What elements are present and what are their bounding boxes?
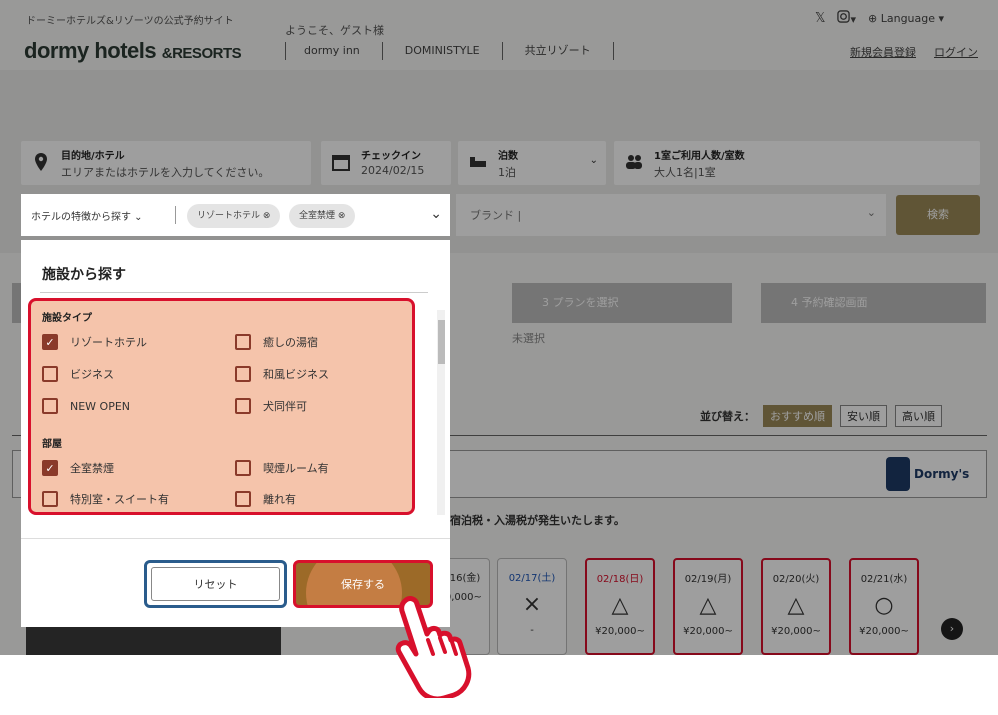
dialog-divider bbox=[40, 292, 428, 293]
close-icon[interactable]: ⊗ bbox=[338, 211, 346, 221]
checkbox-non-smoking[interactable]: ✓ 全室禁煙 bbox=[42, 460, 114, 476]
checkbox-box bbox=[235, 491, 251, 507]
scrollbar-thumb[interactable] bbox=[438, 320, 445, 364]
checkbox-new-open[interactable]: NEW OPEN bbox=[42, 398, 130, 414]
checkbox-box bbox=[42, 398, 58, 414]
check-icon: ✓ bbox=[42, 334, 58, 350]
chevron-down-icon[interactable]: ⌄ bbox=[430, 206, 442, 222]
checkbox-box bbox=[42, 366, 58, 382]
feature-dropdown[interactable]: ホテルの特徴から探す ⌄ bbox=[31, 208, 143, 223]
checkbox-suite[interactable]: 特別室・スイート有 bbox=[42, 491, 169, 507]
checkbox-box bbox=[235, 366, 251, 382]
chip-resort-hotel[interactable]: リゾートホテル ⊗ bbox=[187, 204, 281, 228]
checkbox-japanese-business[interactable]: 和風ビジネス bbox=[235, 366, 329, 382]
checkbox-business[interactable]: ビジネス bbox=[42, 366, 114, 382]
dialog-title: 施設から探す bbox=[42, 267, 126, 283]
filter-divider bbox=[175, 206, 176, 224]
check-icon: ✓ bbox=[42, 460, 58, 476]
checkbox-box bbox=[235, 460, 251, 476]
checkbox-box bbox=[42, 491, 58, 507]
checkbox-dog-friendly[interactable]: 犬同伴可 bbox=[235, 398, 307, 414]
checkbox-box bbox=[235, 334, 251, 350]
checkbox-resort-hotel[interactable]: ✓ リゾートホテル bbox=[42, 334, 147, 350]
pointer-hand-icon bbox=[395, 596, 472, 698]
reset-button[interactable]: リセット bbox=[144, 560, 287, 608]
close-icon[interactable]: ⊗ bbox=[263, 211, 271, 221]
section-facility-type: 施設タイプ bbox=[42, 313, 92, 324]
chip-non-smoking[interactable]: 全室禁煙 ⊗ bbox=[289, 204, 356, 228]
section-room: 部屋 bbox=[42, 439, 62, 450]
checkbox-detached[interactable]: 離れ有 bbox=[235, 491, 296, 507]
checkbox-healing-inn[interactable]: 癒しの湯宿 bbox=[235, 334, 318, 350]
checkbox-smoking-room[interactable]: 喫煙ルーム有 bbox=[235, 460, 329, 476]
footer-divider bbox=[21, 538, 450, 539]
feature-filter-bar: ホテルの特徴から探す ⌄ リゾートホテル ⊗ 全室禁煙 ⊗ ⌄ bbox=[21, 194, 450, 236]
facility-dialog: 施設から探す 施設タイプ ✓ リゾートホテル 癒しの湯宿 ビジネス 和風ビジネス … bbox=[21, 240, 450, 627]
checkbox-box bbox=[235, 398, 251, 414]
